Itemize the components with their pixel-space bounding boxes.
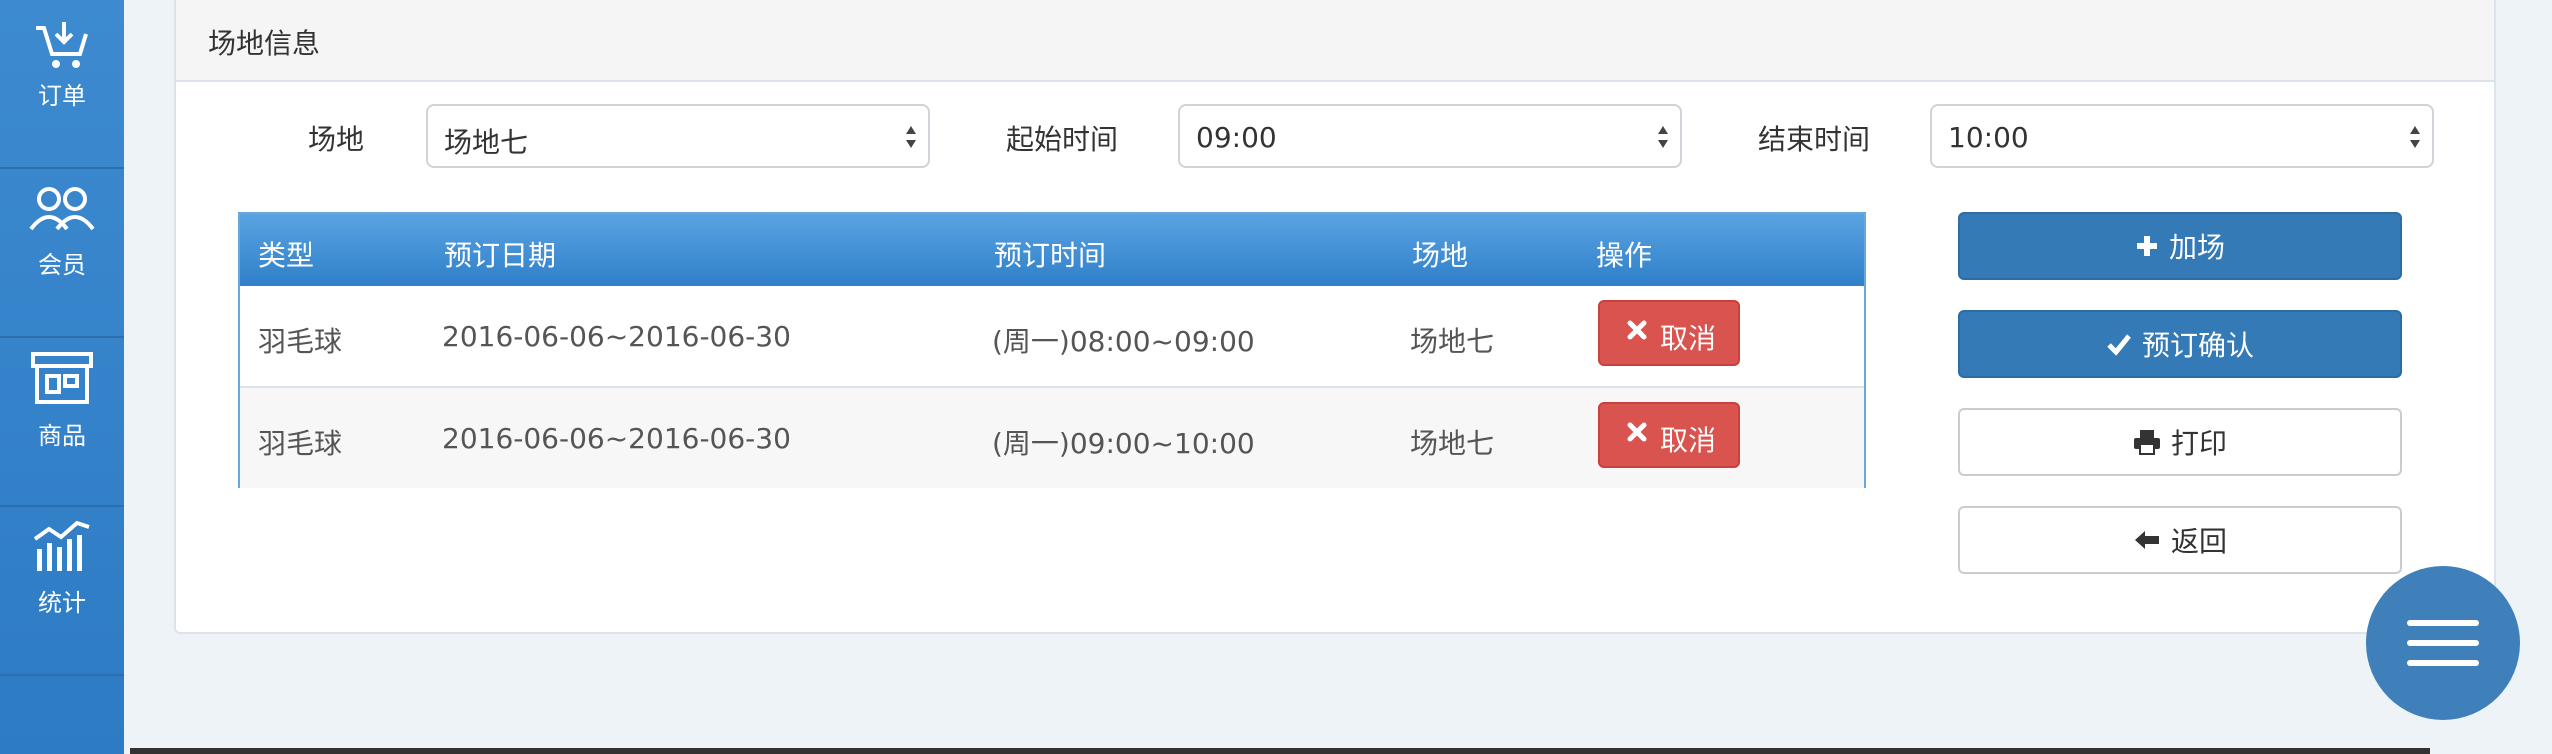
sidebar-item-label: 统计 [38, 589, 86, 617]
header-venue: 场地 [1412, 239, 1469, 272]
cell-date: 2016-06-06~2016-06-30 [442, 422, 791, 455]
confirm-booking-button[interactable]: 预订确认 [1958, 310, 2402, 378]
close-icon [1627, 422, 1647, 442]
arrow-left-icon [2134, 531, 2159, 549]
confirm-booking-label: 预订确认 [2141, 329, 2254, 362]
chevron-updown-icon [2410, 126, 2420, 148]
header-type: 类型 [258, 239, 315, 272]
start-time-label: 起始时间 [1006, 123, 1119, 156]
print-button[interactable]: 打印 [1958, 408, 2402, 476]
add-court-label: 加场 [2168, 231, 2225, 264]
end-time-select[interactable]: 10:00 [1930, 104, 2434, 168]
cell-date: 2016-06-06~2016-06-30 [442, 320, 791, 353]
table-row: 羽毛球 2016-06-06~2016-06-30 (周一)08:00~09:0… [240, 286, 1864, 388]
cell-venue: 场地七 [1410, 427, 1495, 460]
sidebar: 订单 会员 商品 统计 [0, 0, 124, 754]
header-time: 预订时间 [994, 239, 1107, 272]
check-icon [2107, 334, 2131, 356]
sidebar-item-label: 商品 [38, 422, 86, 450]
panel-header: 场地信息 [176, 0, 2494, 82]
store-icon [31, 352, 93, 404]
chevron-updown-icon [1658, 126, 1668, 148]
hamburger-icon-line [2407, 640, 2479, 646]
sidebar-item-label: 订单 [38, 82, 86, 110]
venue-select-value: 场地七 [444, 126, 529, 159]
print-label: 打印 [2170, 427, 2227, 460]
cancel-button[interactable]: 取消 [1598, 402, 1740, 468]
start-time-value: 09:00 [1196, 121, 1277, 154]
cell-type: 羽毛球 [258, 325, 343, 358]
booking-table: 类型 预订日期 预订时间 场地 操作 羽毛球 2016-06-06~2016-0… [238, 212, 1866, 488]
table-header: 类型 预订日期 预订时间 场地 操作 [240, 214, 1864, 286]
table-row: 羽毛球 2016-06-06~2016-06-30 (周一)09:00~10:0… [240, 388, 1864, 488]
print-icon [2133, 430, 2160, 455]
cell-type: 羽毛球 [258, 427, 343, 460]
stats-icon [33, 520, 90, 571]
cell-time: (周一)08:00~09:00 [992, 325, 1255, 358]
hamburger-icon [2407, 620, 2479, 626]
cart-icon [36, 22, 88, 68]
cancel-button[interactable]: 取消 [1598, 300, 1740, 366]
bottom-scrollbar[interactable] [130, 748, 2430, 754]
cell-time: (周一)09:00~10:00 [992, 427, 1255, 460]
sidebar-item-label: 会员 [38, 251, 86, 279]
venue-info-panel: 场地信息 场地 场地七 起始时间 09:00 结束时间 10:00 类型 预订日… [174, 0, 2496, 634]
members-icon [29, 187, 95, 231]
cancel-label: 取消 [1660, 424, 1717, 457]
hamburger-icon-line [2407, 660, 2479, 666]
chevron-updown-icon [906, 126, 916, 148]
header-date: 预订日期 [444, 239, 557, 272]
end-time-label: 结束时间 [1758, 123, 1871, 156]
cancel-label: 取消 [1660, 322, 1717, 355]
header-action: 操作 [1596, 239, 1653, 272]
menu-fab-button[interactable] [2366, 566, 2520, 720]
start-time-select[interactable]: 09:00 [1178, 104, 1682, 168]
venue-label: 场地 [308, 123, 365, 156]
sidebar-item-orders[interactable]: 订单 [0, 0, 124, 169]
end-time-value: 10:00 [1948, 121, 2029, 154]
close-icon [1627, 320, 1647, 340]
panel-title: 场地信息 [208, 27, 321, 60]
venue-select[interactable]: 场地七 [426, 104, 930, 168]
plus-icon [2136, 236, 2157, 256]
back-button[interactable]: 返回 [1958, 506, 2402, 574]
cell-venue: 场地七 [1410, 325, 1495, 358]
sidebar-item-products[interactable]: 商品 [0, 338, 124, 507]
sidebar-item-stats[interactable]: 统计 [0, 507, 124, 676]
sidebar-item-members[interactable]: 会员 [0, 169, 124, 338]
add-court-button[interactable]: 加场 [1958, 212, 2402, 280]
back-label: 返回 [2170, 525, 2227, 558]
